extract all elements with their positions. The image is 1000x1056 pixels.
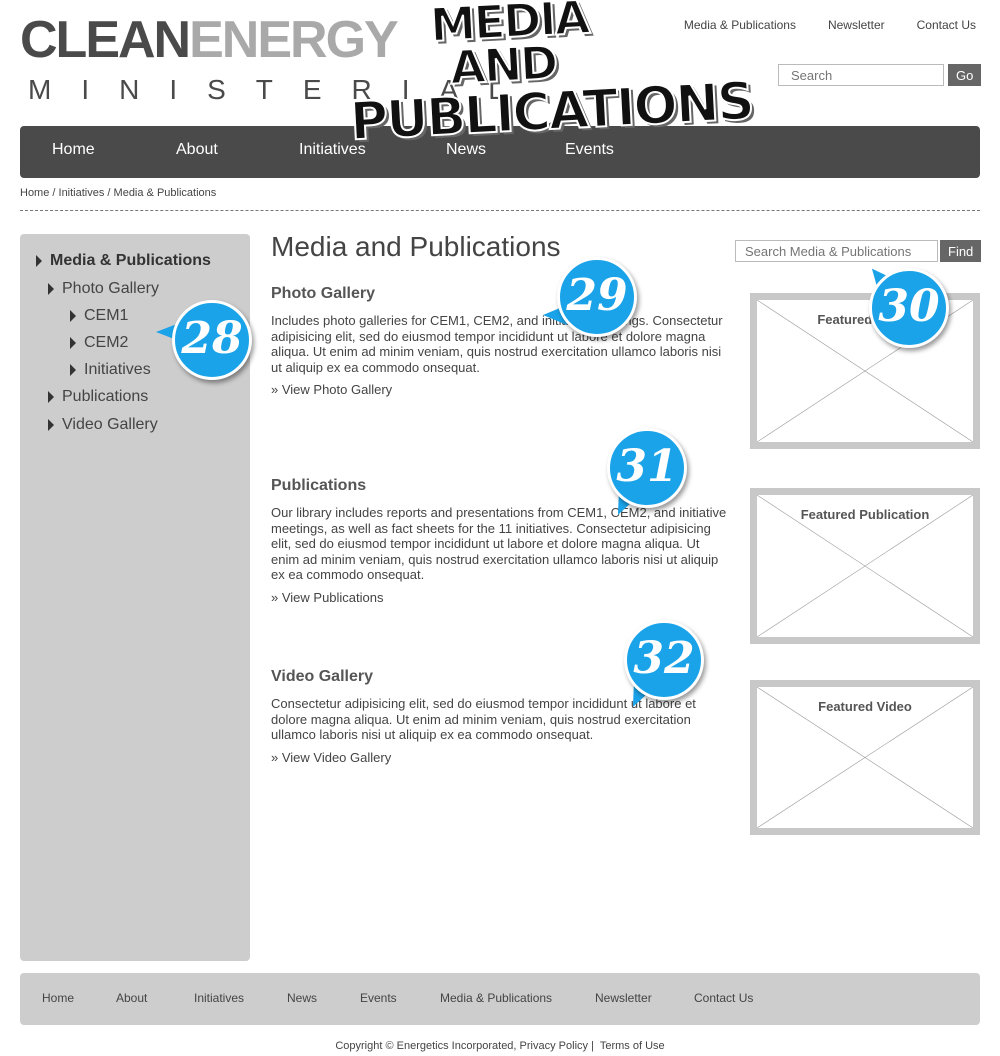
page-title: Media and Publications	[271, 231, 561, 262]
nav-home[interactable]: Home	[52, 141, 95, 159]
sidebar-item-cem1[interactable]: CEM1	[70, 307, 128, 325]
featured-label: Featured Publication	[800, 507, 930, 522]
footer-link-media[interactable]: Media & Publications	[440, 991, 552, 1005]
sidebar-item-label: Photo Gallery	[62, 280, 159, 297]
sidebar-item-label: Initiatives	[84, 361, 151, 378]
util-link-contact[interactable]: Contact Us	[917, 18, 976, 32]
site-search: Go	[778, 64, 982, 86]
caret-right-icon	[70, 310, 76, 322]
caret-right-icon	[48, 283, 54, 295]
sidebar-item-photo-gallery[interactable]: Photo Gallery	[48, 280, 159, 298]
footer-link-about[interactable]: About	[116, 991, 147, 1005]
caret-right-icon	[48, 419, 54, 431]
terms-of-use-link[interactable]: Terms of Use	[600, 1040, 665, 1052]
badge-number: 28	[181, 313, 243, 364]
sidebar-item-video-gallery[interactable]: Video Gallery	[48, 416, 158, 434]
view-publications-link[interactable]: » View Publications	[271, 590, 731, 605]
section-body: Includes photo galleries for CEM1, CEM2,…	[271, 313, 723, 375]
section-body: Our library includes reports and present…	[271, 505, 727, 582]
footer-nav: Home About Initiatives News Events Media…	[20, 973, 980, 1025]
section-title: Photo Gallery	[271, 285, 376, 302]
logo-word-clean: CLEAN	[20, 11, 191, 69]
sidebar-item-initiatives[interactable]: Initiatives	[70, 361, 151, 379]
featured-label: Featured Video	[818, 699, 912, 714]
copyright: Copyright © Energetics Incorporated, Pri…	[0, 1040, 1000, 1052]
sidebar-item-label: Video Gallery	[62, 416, 158, 433]
featured-video-placeholder[interactable]: Featured Video	[750, 680, 980, 835]
section-photo-gallery: Photo Gallery Includes photo galleries f…	[271, 285, 731, 397]
nav-about[interactable]: About	[176, 141, 218, 159]
site-logo[interactable]: CLEANENERGY	[20, 11, 399, 69]
copyright-separator: |	[591, 1040, 594, 1052]
content-search: Find	[735, 240, 982, 262]
caret-right-icon	[48, 391, 54, 403]
footer-link-home[interactable]: Home	[42, 991, 74, 1005]
badge-number: 31	[616, 441, 678, 492]
callout-badge-31: 31	[607, 428, 687, 520]
featured-publication-placeholder[interactable]: Featured Publication	[750, 488, 980, 644]
site-search-go-button[interactable]: Go	[948, 64, 982, 86]
content-search-input[interactable]	[735, 240, 938, 262]
callout-badge-29: 29	[543, 257, 637, 337]
caret-right-icon	[70, 364, 76, 376]
sidebar-item-label: CEM1	[84, 307, 129, 324]
footer-link-contact[interactable]: Contact Us	[694, 991, 753, 1005]
caret-right-icon	[36, 255, 42, 267]
sidebar-item-label: Publications	[62, 388, 149, 405]
site-search-input[interactable]	[778, 64, 944, 86]
view-video-gallery-link[interactable]: » View Video Gallery	[271, 750, 731, 765]
section-sticker: MEDIA AND PUBLICATIONS	[348, 0, 755, 164]
footer-link-newsletter[interactable]: Newsletter	[595, 991, 652, 1005]
badge-number: 29	[566, 270, 628, 321]
footer-link-news[interactable]: News	[287, 991, 317, 1005]
sidebar-item-cem2[interactable]: CEM2	[70, 334, 128, 352]
section-body: Consectetur adipisicing elit, sed do eiu…	[271, 696, 696, 742]
sidebar-item-publications[interactable]: Publications	[48, 388, 148, 406]
image-placeholder: Featured Publication	[757, 495, 973, 637]
footer-link-initiatives[interactable]: Initiatives	[194, 991, 244, 1005]
util-link-media[interactable]: Media & Publications	[684, 18, 796, 32]
copyright-text: Copyright © Energetics Incorporated,	[335, 1040, 517, 1052]
caret-right-icon	[70, 337, 76, 349]
callout-badge-30: 30	[864, 262, 949, 348]
utility-nav: Media & Publications Newsletter Contact …	[684, 18, 976, 32]
sidebar-item-label: Media & Publications	[50, 252, 211, 269]
callout-badge-32: 32	[623, 620, 704, 712]
util-link-newsletter[interactable]: Newsletter	[828, 18, 885, 32]
header-divider	[20, 210, 980, 211]
image-placeholder: Featured Video	[757, 687, 973, 828]
footer-link-events[interactable]: Events	[360, 991, 397, 1005]
content-search-find-button[interactable]: Find	[940, 240, 982, 262]
privacy-policy-link[interactable]: Privacy Policy	[520, 1040, 588, 1052]
breadcrumb[interactable]: Home / Initiatives / Media & Publication…	[20, 187, 216, 199]
sidebar-item-label: CEM2	[84, 334, 129, 351]
callout-badge-28: 28	[156, 300, 252, 380]
view-photo-gallery-link[interactable]: » View Photo Gallery	[271, 382, 731, 397]
sidebar-item-media-publications[interactable]: Media & Publications	[36, 252, 211, 270]
badge-number: 32	[633, 633, 695, 684]
badge-number: 30	[878, 281, 940, 332]
